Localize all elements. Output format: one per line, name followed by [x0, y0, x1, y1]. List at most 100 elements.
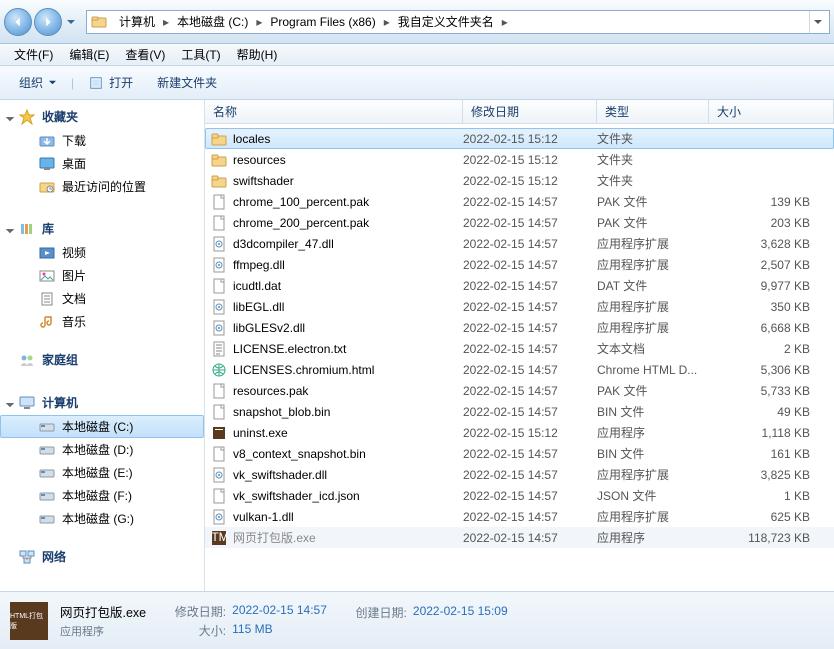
file-row[interactable]: HTML网页打包版.exe 2022-02-15 14:57 应用程序 118,… [205, 527, 834, 548]
history-dropdown[interactable] [64, 12, 78, 32]
file-size: 1,118 KB [709, 426, 834, 440]
file-row[interactable]: vk_swiftshader_icd.json 2022-02-15 14:57… [205, 485, 834, 506]
file-name: d3dcompiler_47.dll [233, 237, 334, 251]
file-date: 2022-02-15 14:57 [463, 510, 597, 524]
folder-icon [91, 14, 107, 30]
file-row[interactable]: libGLESv2.dll 2022-02-15 14:57 应用程序扩展 6,… [205, 317, 834, 338]
tree-libraries[interactable]: 库 [0, 216, 204, 241]
tree-item[interactable]: 最近访问的位置 [0, 175, 204, 198]
tree-item[interactable]: 音乐 [0, 310, 204, 333]
file-size: 2 KB [709, 342, 834, 356]
file-name: libGLESv2.dll [233, 321, 305, 335]
tree-drive[interactable]: 本地磁盘 (E:) [0, 461, 204, 484]
tree-computer[interactable]: 计算机 [0, 390, 204, 415]
breadcrumb-item[interactable]: 计算机 [113, 11, 161, 32]
file-type: 应用程序扩展 [597, 256, 709, 273]
menu-item[interactable]: 查看(V) [117, 43, 173, 66]
back-button[interactable] [4, 8, 32, 36]
file-type: 应用程序扩展 [597, 298, 709, 315]
file-row[interactable]: chrome_200_percent.pak 2022-02-15 14:57 … [205, 212, 834, 233]
dll-icon [211, 467, 227, 483]
dll-icon [211, 509, 227, 525]
file-date: 2022-02-15 14:57 [463, 342, 597, 356]
file-size: 625 KB [709, 510, 834, 524]
file-name: vulkan-1.dll [233, 510, 294, 524]
file-row[interactable]: LICENSES.chromium.html 2022-02-15 14:57 … [205, 359, 834, 380]
file-list: locales 2022-02-15 15:12 文件夹 resources 2… [205, 124, 834, 591]
file-size: 3,825 KB [709, 468, 834, 482]
tree-item[interactable]: 视频 [0, 241, 204, 264]
file-row[interactable]: ffmpeg.dll 2022-02-15 14:57 应用程序扩展 2,507… [205, 254, 834, 275]
breadcrumb-item[interactable]: 本地磁盘 (C:) [171, 11, 254, 32]
file-name: LICENSES.chromium.html [233, 363, 374, 377]
column-name[interactable]: 名称 [205, 100, 463, 123]
chevron-right-icon: ▸ [161, 15, 171, 29]
tree-drive[interactable]: 本地磁盘 (F:) [0, 484, 204, 507]
file-date: 2022-02-15 15:12 [463, 174, 597, 188]
file-row[interactable]: v8_context_snapshot.bin 2022-02-15 14:57… [205, 443, 834, 464]
file-row[interactable]: vk_swiftshader.dll 2022-02-15 14:57 应用程序… [205, 464, 834, 485]
file-date: 2022-02-15 15:12 [463, 426, 597, 440]
file-type: 应用程序 [597, 424, 709, 441]
address-dropdown[interactable] [809, 11, 825, 33]
file-row[interactable]: icudtl.dat 2022-02-15 14:57 DAT 文件 9,977… [205, 275, 834, 296]
file-row[interactable]: vulkan-1.dll 2022-02-15 14:57 应用程序扩展 625… [205, 506, 834, 527]
forward-button[interactable] [34, 8, 62, 36]
column-size[interactable]: 大小 [709, 100, 834, 123]
tree-drive[interactable]: 本地磁盘 (D:) [0, 438, 204, 461]
tree-item[interactable]: 桌面 [0, 152, 204, 175]
file-icon [211, 194, 227, 210]
file-row[interactable]: resources.pak 2022-02-15 14:57 PAK 文件 5,… [205, 380, 834, 401]
tree-network[interactable]: 网络 [0, 544, 204, 569]
file-type: Chrome HTML D... [597, 363, 709, 377]
file-row[interactable]: LICENSE.electron.txt 2022-02-15 14:57 文本… [205, 338, 834, 359]
file-name: ffmpeg.dll [233, 258, 285, 272]
file-type: BIN 文件 [597, 403, 709, 420]
address-bar-container: 计算机▸本地磁盘 (C:)▸Program Files (x86)▸我自定义文件… [0, 0, 834, 44]
file-icon [211, 383, 227, 399]
tree-item[interactable]: 图片 [0, 264, 204, 287]
file-row[interactable]: locales 2022-02-15 15:12 文件夹 [205, 128, 834, 149]
menu-item[interactable]: 工具(T) [173, 43, 228, 66]
dll-icon [211, 257, 227, 273]
file-icon [211, 488, 227, 504]
file-row[interactable]: chrome_100_percent.pak 2022-02-15 14:57 … [205, 191, 834, 212]
organize-button[interactable]: 组织 [8, 69, 67, 96]
file-row[interactable]: snapshot_blob.bin 2022-02-15 14:57 BIN 文… [205, 401, 834, 422]
tree-favorites[interactable]: 收藏夹 [0, 104, 204, 129]
details-pane: HTML打包版 网页打包版.exe 应用程序 修改日期:2022-02-15 1… [0, 591, 834, 649]
file-row[interactable]: uninst.exe 2022-02-15 15:12 应用程序 1,118 K… [205, 422, 834, 443]
breadcrumb-item[interactable]: Program Files (x86) [264, 13, 381, 31]
open-button[interactable]: 打开 [78, 69, 144, 96]
file-row[interactable]: d3dcompiler_47.dll 2022-02-15 14:57 应用程序… [205, 233, 834, 254]
file-size: 9,977 KB [709, 279, 834, 293]
tree-item[interactable]: 文档 [0, 287, 204, 310]
new-folder-button[interactable]: 新建文件夹 [146, 69, 228, 96]
file-type: PAK 文件 [597, 382, 709, 399]
menu-item[interactable]: 帮助(H) [229, 43, 286, 66]
file-type: 应用程序扩展 [597, 466, 709, 483]
menu-item[interactable]: 文件(F) [6, 43, 61, 66]
file-date: 2022-02-15 14:57 [463, 531, 597, 545]
tree-drive[interactable]: 本地磁盘 (G:) [0, 507, 204, 530]
file-size: 1 KB [709, 489, 834, 503]
file-type: PAK 文件 [597, 193, 709, 210]
file-date: 2022-02-15 14:57 [463, 363, 597, 377]
html-icon [211, 362, 227, 378]
column-date[interactable]: 修改日期 [463, 100, 597, 123]
file-row[interactable]: swiftshader 2022-02-15 15:12 文件夹 [205, 170, 834, 191]
address-bar[interactable]: 计算机▸本地磁盘 (C:)▸Program Files (x86)▸我自定义文件… [86, 10, 830, 34]
column-type[interactable]: 类型 [597, 100, 709, 123]
tree-drive[interactable]: 本地磁盘 (C:) [0, 415, 204, 438]
breadcrumb-item[interactable]: 我自定义文件夹名 [392, 11, 500, 32]
tree-item[interactable]: 下载 [0, 129, 204, 152]
tree-homegroup[interactable]: 家庭组 [0, 347, 204, 372]
menu-item[interactable]: 编辑(E) [61, 43, 117, 66]
file-size: 5,306 KB [709, 363, 834, 377]
file-name: 网页打包版.exe [233, 529, 316, 546]
folder-icon [211, 173, 227, 189]
file-date: 2022-02-15 14:57 [463, 258, 597, 272]
details-created-value: 2022-02-15 15:09 [413, 604, 508, 621]
file-row[interactable]: libEGL.dll 2022-02-15 14:57 应用程序扩展 350 K… [205, 296, 834, 317]
file-row[interactable]: resources 2022-02-15 15:12 文件夹 [205, 149, 834, 170]
